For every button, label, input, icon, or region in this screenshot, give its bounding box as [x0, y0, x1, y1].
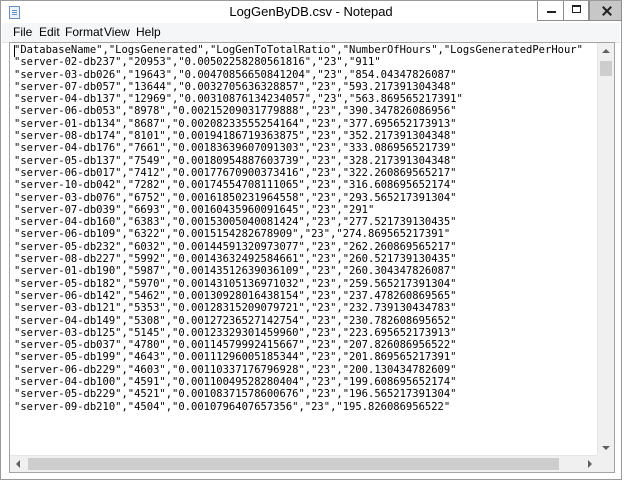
text-line[interactable]: "server-01-db134","8687","0.002082335552… [14, 118, 604, 130]
close-button[interactable] [589, 1, 622, 21]
text-line[interactable]: "server-05-db229","4521","0.001083715786… [14, 388, 604, 400]
text-line[interactable]: "server-04-db137","12969","0.00310876134… [14, 93, 604, 105]
menu-file[interactable]: File [13, 25, 32, 39]
menu-edit[interactable]: Edit [39, 25, 60, 39]
text-line[interactable]: "server-05-db232","6032","0.001445913209… [14, 241, 604, 253]
menu-view[interactable]: View [104, 25, 130, 39]
text-line[interactable]: "server-06-db109","6322","0.001515428267… [14, 228, 604, 240]
text-line[interactable]: "DatabaseName","LogsGenerated","LogGenTo… [14, 44, 604, 56]
text-line[interactable]: "server-04-db100","4591","0.001100495282… [14, 376, 604, 388]
vertical-scroll-thumb[interactable] [600, 61, 612, 76]
text-caret [14, 45, 15, 57]
text-editor[interactable]: "DatabaseName","LogsGenerated","LogGenTo… [9, 42, 615, 473]
text-line[interactable]: "server-04-db176","7661","0.001836396070… [14, 142, 604, 154]
text-line[interactable]: "server-08-db227","5992","0.001436324925… [14, 253, 604, 265]
text-line[interactable]: "server-06-db229","4603","0.001103371767… [14, 364, 604, 376]
text-line[interactable]: "server-09-db210","4504","0.001079640765… [14, 401, 604, 413]
text-line[interactable]: "server-03-db121","5353","0.001283152090… [14, 302, 604, 314]
title-bar[interactable]: LogGenByDB.csv - Notepad [1, 1, 622, 23]
menu-format[interactable]: Format [65, 25, 103, 39]
text-line[interactable]: "server-03-db076","6752","0.001618502319… [14, 192, 604, 204]
text-line[interactable]: "server-05-db037","4780","0.001145799924… [14, 339, 604, 351]
scroll-right-arrow-icon[interactable] [581, 456, 598, 472]
text-line[interactable]: "server-06-db017","7412","0.001776709003… [14, 167, 604, 179]
notepad-window: LogGenByDB.csv - Notepad File Edit Forma… [0, 0, 622, 480]
menu-bar: File Edit Format View Help [2, 23, 620, 43]
text-line[interactable]: "server-08-db174","8101","0.001941867193… [14, 130, 604, 142]
horizontal-scroll-thumb[interactable] [28, 458, 559, 470]
minimize-button[interactable] [537, 1, 564, 21]
text-line[interactable]: "server-07-db039","6693","0.001604359600… [14, 204, 604, 216]
size-grip [597, 455, 614, 472]
text-line[interactable]: "server-05-db182","5970","0.001431051369… [14, 278, 604, 290]
scroll-left-arrow-icon[interactable] [10, 456, 27, 472]
text-line[interactable]: "server-02-db237","20953","0.00502258280… [14, 56, 604, 68]
text-line[interactable]: "server-03-db026","19643","0.00470856650… [14, 69, 604, 81]
text-line[interactable]: "server-04-db149","5308","0.001272365271… [14, 315, 604, 327]
text-line[interactable]: "server-07-db057","13644","0.00327056363… [14, 81, 604, 93]
maximize-button[interactable] [563, 1, 589, 21]
text-line[interactable]: "server-05-db137","7549","0.001809548876… [14, 155, 604, 167]
window-title: LogGenByDB.csv - Notepad [229, 4, 393, 19]
text-line[interactable]: "server-10-db042","7282","0.001745547081… [14, 179, 604, 191]
text-line[interactable]: "server-03-db125","5145","0.001233293014… [14, 327, 604, 339]
vertical-scrollbar[interactable] [597, 43, 614, 456]
document-text[interactable]: "DatabaseName","LogsGenerated","LogGenTo… [11, 44, 604, 456]
scroll-up-arrow-icon[interactable] [598, 43, 614, 60]
text-line[interactable]: "server-01-db190","5987","0.001435126390… [14, 265, 604, 277]
horizontal-scrollbar[interactable] [10, 455, 598, 472]
menu-help[interactable]: Help [136, 25, 161, 39]
text-line[interactable]: "server-04-db160","6383","0.001530050400… [14, 216, 604, 228]
scroll-down-arrow-icon[interactable] [598, 439, 614, 456]
text-line[interactable]: "server-06-db053","8978","0.002152090317… [14, 105, 604, 117]
text-line[interactable]: "server-05-db199","4643","0.001112960051… [14, 351, 604, 363]
text-line[interactable]: "server-06-db142","5462","0.001309280164… [14, 290, 604, 302]
